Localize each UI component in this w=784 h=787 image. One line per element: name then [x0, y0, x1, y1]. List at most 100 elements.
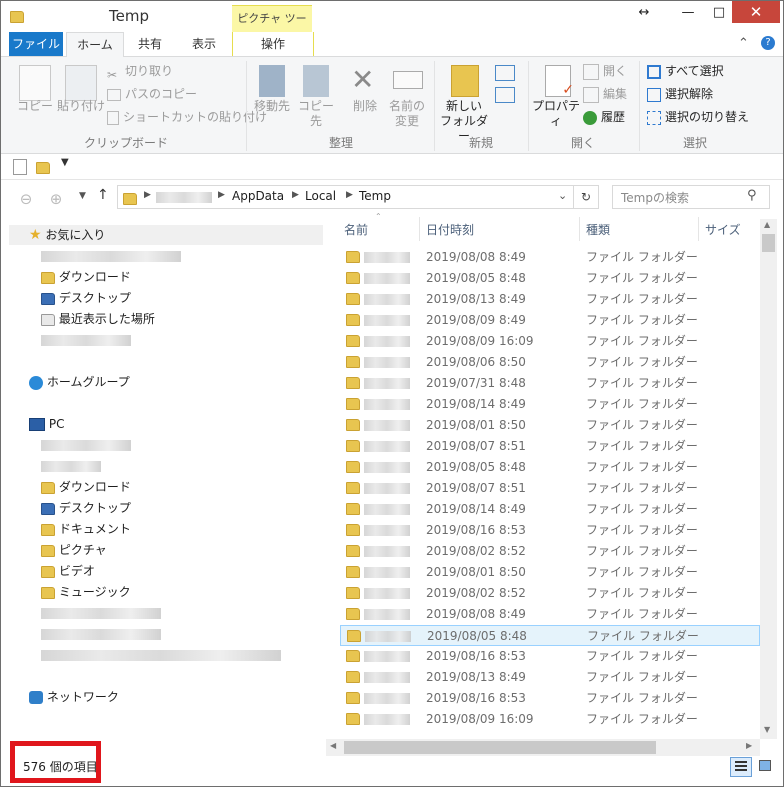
- address-bar[interactable]: ▶ ▶ AppData ▶ Local ▶ Temp ⌄: [117, 185, 574, 209]
- file-row[interactable]: 2019/08/07 8:51 ファイル フォルダー: [340, 436, 760, 457]
- file-row[interactable]: 2019/08/02 8:52 ファイル フォルダー: [340, 541, 760, 562]
- file-row[interactable]: 2019/08/09 16:09 ファイル フォルダー: [340, 331, 760, 352]
- move-to-button[interactable]: 移動先: [249, 99, 295, 114]
- file-row[interactable]: 2019/08/14 8:49 ファイル フォルダー: [340, 499, 760, 520]
- up-button[interactable]: ↑: [97, 187, 109, 203]
- file-row[interactable]: 2019/08/14 8:49 ファイル フォルダー: [340, 394, 760, 415]
- file-row[interactable]: 2019/08/16 8:53 ファイル フォルダー: [340, 646, 760, 667]
- breadcrumb-appdata[interactable]: AppData: [232, 189, 284, 203]
- search-input[interactable]: Tempの検索: [621, 189, 689, 206]
- rename-button[interactable]: 名前の 変更: [387, 99, 427, 129]
- file-row[interactable]: 2019/08/08 8:49 ファイル フォルダー: [340, 247, 760, 268]
- file-row[interactable]: 2019/08/06 8:50 ファイル フォルダー: [340, 352, 760, 373]
- file-row[interactable]: 2019/08/05 8:48 ファイル フォルダー: [340, 268, 760, 289]
- chevron-right-icon[interactable]: ▶: [144, 190, 151, 200]
- nav-pc-desktop[interactable]: デスクトップ: [41, 498, 131, 519]
- copy-path-button[interactable]: パスのコピー: [107, 84, 197, 104]
- chevron-right-icon[interactable]: ▶: [218, 190, 225, 200]
- forward-button[interactable]: ⊕: [45, 188, 67, 210]
- search-box[interactable]: Tempの検索 ⚲: [612, 185, 770, 209]
- nav-homegroup[interactable]: ホームグループ: [29, 372, 130, 393]
- file-row[interactable]: 2019/08/07 8:51 ファイル フォルダー: [340, 478, 760, 499]
- tab-file[interactable]: ファイル: [9, 32, 63, 56]
- horizontal-scrollbar[interactable]: ◀ ▶: [326, 739, 760, 756]
- breadcrumb-temp[interactable]: Temp: [359, 189, 391, 203]
- refresh-button[interactable]: ↻: [574, 185, 599, 209]
- file-row[interactable]: 2019/08/09 8:49 ファイル フォルダー: [340, 310, 760, 331]
- nav-drive-redacted[interactable]: [41, 624, 161, 645]
- scroll-left-icon[interactable]: ◀: [330, 741, 336, 750]
- maximize-button[interactable]: □: [704, 1, 734, 25]
- nav-favorite-redacted[interactable]: [41, 246, 181, 267]
- file-row[interactable]: 2019/08/05 8:48 ファイル フォルダー: [340, 625, 760, 646]
- nav-downloads[interactable]: ダウンロード: [41, 267, 131, 288]
- title-bar[interactable]: ピクチャ ツール Temp ↔ — □ ✕: [1, 1, 783, 51]
- chevron-right-icon[interactable]: ▶: [292, 190, 299, 200]
- resize-icon[interactable]: ↔: [629, 1, 659, 25]
- column-divider[interactable]: [698, 217, 699, 241]
- new-item-icon[interactable]: [495, 65, 515, 81]
- column-header-type[interactable]: 種類: [586, 219, 610, 241]
- recent-locations-icon[interactable]: ▼: [79, 191, 86, 201]
- nav-music[interactable]: ミュージック: [41, 582, 131, 603]
- nav-desktop[interactable]: デスクトップ: [41, 288, 131, 309]
- column-header-date[interactable]: 日付時刻: [426, 219, 474, 241]
- file-row[interactable]: 2019/08/16 8:53 ファイル フォルダー: [340, 688, 760, 709]
- vertical-scrollbar[interactable]: ▲ ▼: [760, 219, 777, 739]
- nav-drive-redacted[interactable]: [41, 456, 101, 477]
- file-row[interactable]: 2019/07/31 8:48 ファイル フォルダー: [340, 373, 760, 394]
- chevron-right-icon[interactable]: ▶: [346, 190, 353, 200]
- nav-favorites[interactable]: ★ お気に入り: [29, 225, 105, 246]
- close-button[interactable]: ✕: [732, 1, 780, 23]
- easy-access-icon[interactable]: [495, 87, 515, 103]
- nav-pc[interactable]: PC: [29, 414, 64, 435]
- tab-view[interactable]: 表示: [179, 32, 229, 56]
- help-icon[interactable]: ?: [761, 36, 775, 50]
- copy-button[interactable]: コピー: [15, 99, 55, 114]
- file-row[interactable]: 2019/08/13 8:49 ファイル フォルダー: [340, 667, 760, 688]
- customize-qat-icon[interactable]: ▼: [61, 157, 69, 168]
- copy-to-button[interactable]: コピー先: [293, 99, 339, 129]
- open-button[interactable]: 開く: [583, 61, 627, 81]
- back-button[interactable]: ⊖: [15, 188, 37, 210]
- tab-manage[interactable]: 操作: [232, 32, 314, 56]
- paste-shortcut-button[interactable]: ショートカットの貼り付け: [107, 107, 267, 127]
- cut-button[interactable]: ✂ 切り取り: [107, 61, 173, 82]
- scroll-down-icon[interactable]: ▼: [764, 725, 770, 734]
- chevron-down-icon[interactable]: ⌄: [558, 189, 567, 202]
- breadcrumb-local[interactable]: Local: [305, 189, 336, 203]
- scroll-up-icon[interactable]: ▲: [764, 220, 770, 229]
- nav-drive-redacted[interactable]: [41, 435, 131, 456]
- nav-videos[interactable]: ビデオ: [41, 561, 95, 582]
- file-row[interactable]: 2019/08/01 8:50 ファイル フォルダー: [340, 415, 760, 436]
- file-row[interactable]: 2019/08/09 16:09 ファイル フォルダー: [340, 709, 760, 730]
- file-row[interactable]: 2019/08/08 8:49 ファイル フォルダー: [340, 604, 760, 625]
- column-divider[interactable]: [579, 217, 580, 241]
- history-button[interactable]: 履歴: [583, 107, 625, 127]
- file-row[interactable]: 2019/08/01 8:50 ファイル フォルダー: [340, 562, 760, 583]
- nav-pc-downloads[interactable]: ダウンロード: [41, 477, 131, 498]
- properties-qat-icon[interactable]: [13, 159, 27, 175]
- nav-drive-redacted[interactable]: [41, 603, 161, 624]
- vertical-scroll-thumb[interactable]: [762, 234, 775, 252]
- file-row[interactable]: 2019/08/16 8:53 ファイル フォルダー: [340, 520, 760, 541]
- select-none-button[interactable]: 選択解除: [647, 84, 713, 104]
- nav-pictures[interactable]: ピクチャ: [41, 540, 107, 561]
- delete-button[interactable]: 削除: [347, 99, 383, 114]
- large-icons-view-button[interactable]: [755, 757, 775, 775]
- nav-drive-redacted[interactable]: [41, 645, 281, 666]
- paste-button[interactable]: 貼り付け: [57, 99, 105, 114]
- minimize-button[interactable]: —: [673, 1, 703, 25]
- properties-button[interactable]: プロパティ: [531, 99, 581, 129]
- nav-documents[interactable]: ドキュメント: [41, 519, 131, 540]
- nav-network[interactable]: ネットワーク: [29, 687, 119, 708]
- select-all-button[interactable]: すべて選択: [647, 61, 724, 81]
- search-icon[interactable]: ⚲: [747, 188, 757, 203]
- file-row[interactable]: 2019/08/13 8:49 ファイル フォルダー: [340, 289, 760, 310]
- details-view-button[interactable]: [730, 757, 752, 777]
- tab-home[interactable]: ホーム: [66, 32, 124, 58]
- column-divider[interactable]: [419, 217, 420, 241]
- edit-button[interactable]: 編集: [583, 84, 627, 104]
- file-row[interactable]: 2019/08/05 8:48 ファイル フォルダー: [340, 457, 760, 478]
- nav-favorite-redacted[interactable]: [41, 330, 131, 351]
